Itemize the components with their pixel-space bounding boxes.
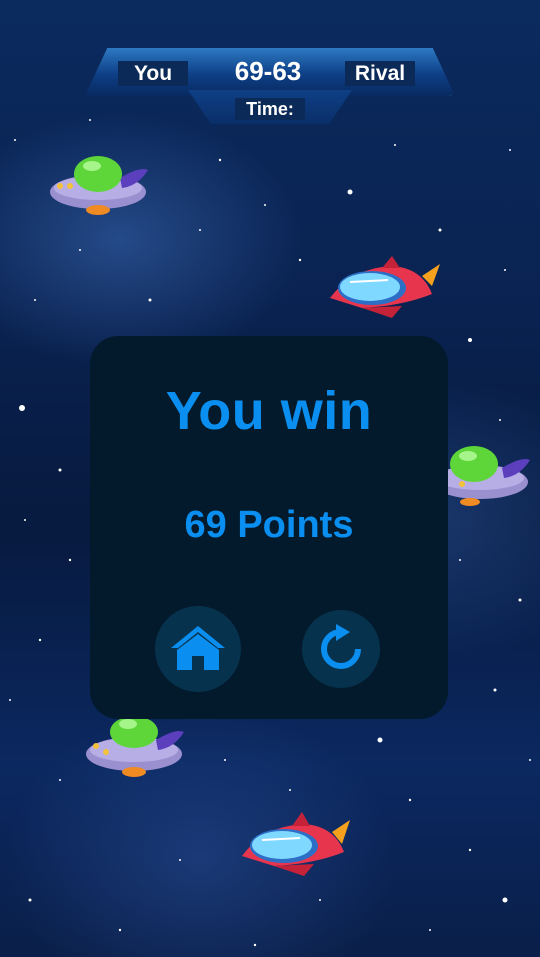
- match-score: 69-63: [234, 56, 302, 86]
- restart-icon: [321, 624, 361, 669]
- ufo-sprite: [50, 156, 148, 215]
- result-title: You win: [165, 381, 373, 441]
- timer-label: Time:: [235, 98, 305, 120]
- rocket-sprite: [242, 812, 350, 876]
- restart-button[interactable]: [302, 610, 380, 688]
- ufo-sprite: [86, 716, 184, 777]
- player-label: You: [118, 61, 188, 86]
- result-dialog: You win 69 Points: [90, 336, 448, 719]
- rocket-sprite: [330, 256, 440, 318]
- home-icon: [171, 626, 225, 670]
- score-hud: You 69-63 Rival Time:: [0, 0, 540, 130]
- opponent-label: Rival: [345, 61, 415, 86]
- home-button[interactable]: [155, 606, 241, 692]
- points-text: 69 Points: [184, 504, 354, 546]
